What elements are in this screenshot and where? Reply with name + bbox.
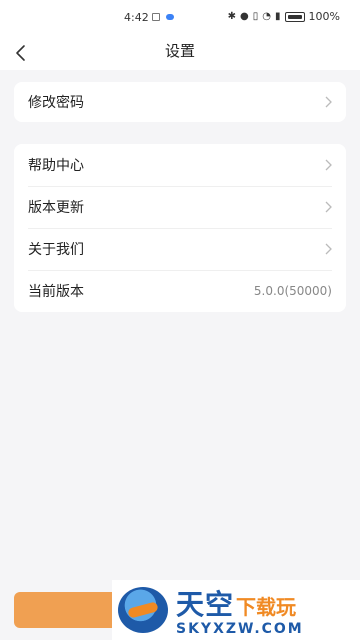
- status-time: 4:42: [124, 11, 149, 24]
- page-title: 设置: [164, 42, 195, 60]
- chevron-right-icon: [325, 159, 332, 171]
- battery-icon: [284, 11, 305, 22]
- bluetooth-icon: ✱: [227, 11, 237, 22]
- status-bar: 4:42 ✱ ● ▯ ◔ ▮ 100%: [0, 0, 360, 36]
- settings-group-account: 修改密码: [14, 82, 346, 122]
- watermark-text: 天空 下载玩 SKYXZW.COM: [176, 583, 304, 637]
- settings-item-version-update[interactable]: 版本更新: [14, 186, 346, 228]
- settings-item-label: 版本更新: [28, 200, 84, 216]
- notification-icon: [152, 13, 160, 21]
- airplane-icon: [127, 601, 159, 619]
- watermark-url: SKYXZW.COM: [176, 621, 304, 637]
- settings-item-current-version: 当前版本 5.0.0(50000): [14, 270, 346, 312]
- version-value: 5.0.0(50000): [253, 284, 332, 298]
- top-navigation-bar: 设置: [0, 36, 360, 70]
- watermark-logo: 天空 下载玩 SKYXZW.COM: [112, 580, 360, 640]
- settings-group-general: 帮助中心 版本更新 关于我们 当前版本 5.0.0(50000): [14, 144, 346, 312]
- settings-item-help-center[interactable]: 帮助中心: [14, 144, 346, 186]
- settings-item-label: 帮助中心: [28, 158, 84, 174]
- chat-bubble-icon: [166, 14, 174, 20]
- wifi-icon: ◔: [262, 11, 272, 22]
- logout-button[interactable]: [14, 592, 124, 628]
- sim-icon: ▮: [275, 11, 281, 22]
- location-icon: ●: [240, 11, 249, 22]
- chevron-right-icon: [325, 243, 332, 255]
- chevron-right-icon: [325, 96, 332, 108]
- status-icons: ✱ ● ▯ ◔ ▮ 100%: [228, 10, 340, 23]
- watermark-emblem-icon: [118, 587, 168, 633]
- vibrate-icon: ▯: [252, 11, 259, 22]
- settings-item-label: 修改密码: [28, 95, 84, 111]
- settings-item-change-password[interactable]: 修改密码: [14, 82, 346, 122]
- settings-item-about-us[interactable]: 关于我们: [14, 228, 346, 270]
- chevron-right-icon: [325, 201, 332, 213]
- settings-item-label: 关于我们: [28, 242, 84, 258]
- settings-item-label: 当前版本: [28, 284, 84, 300]
- watermark-title-big: 天空: [176, 588, 235, 621]
- battery-percentage: 100%: [308, 10, 340, 23]
- watermark-title-small: 下载玩: [236, 595, 297, 619]
